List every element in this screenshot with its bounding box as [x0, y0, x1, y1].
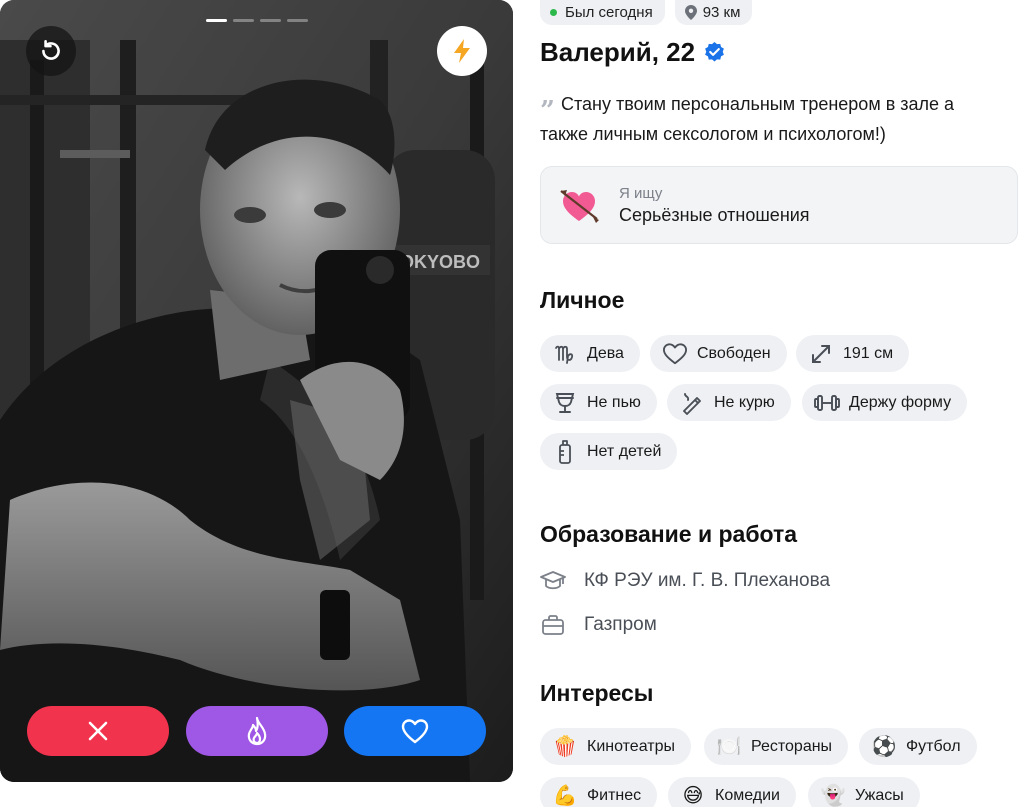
chip-height: 191 см [796, 335, 910, 372]
profile-name: Валерий, 22 [540, 37, 696, 67]
chip-drinking: Не пью [540, 384, 657, 421]
chip-label: Фитнес [587, 786, 642, 804]
virgo-icon [552, 341, 578, 367]
looking-for-card: Я ищу Серьёзные отношения [540, 166, 1018, 244]
photo-progress-indicator [206, 19, 308, 22]
undo-button[interactable] [26, 26, 76, 76]
photo-progress-segment [260, 19, 281, 22]
profile-photo-card[interactable]: OKYOBO [0, 0, 513, 782]
looking-for-label: Я ищу [619, 184, 663, 202]
chip-smoking: Не курю [667, 384, 791, 421]
heart-outline-icon [662, 341, 688, 367]
interest-chip-cinema: 🍿 Кинотеатры [540, 728, 691, 765]
heart-icon [401, 719, 429, 744]
photo-progress-segment [287, 19, 308, 22]
looking-for-value: Серьёзные отношения [619, 204, 810, 225]
university-text: КФ РЭУ им. Г. В. Плеханова [584, 570, 831, 591]
chip-children: Нет детей [540, 433, 678, 470]
close-icon [88, 721, 108, 741]
interest-chip-fitness: 💪 Фитнес [540, 777, 658, 807]
expand-arrows-icon [808, 341, 834, 367]
interest-chip-football: ⚽ Футбол [859, 728, 977, 765]
name-row: Валерий, 22 [540, 37, 726, 68]
popcorn-icon: 🍿 [552, 735, 578, 758]
chip-label: Дева [587, 344, 624, 362]
chip-label: Комедии [715, 786, 780, 804]
interest-chip-restaurants: 🍽️ Рестораны [704, 728, 849, 765]
chip-label: Рестораны [751, 737, 833, 755]
superlike-button[interactable] [186, 706, 328, 756]
chip-label: Не курю [714, 393, 775, 411]
ghost-icon: 👻 [820, 784, 846, 807]
location-pin-icon [684, 5, 697, 20]
distance-badge: 93 км [674, 0, 753, 25]
education-university-row: КФ РЭУ им. Г. В. Плеханова [540, 570, 830, 592]
education-section-title: Образование и работа [540, 521, 798, 547]
lightning-icon [454, 39, 470, 63]
interest-chip-comedy: 😅 Комедии [668, 777, 796, 807]
chip-label: Держу форму [849, 393, 952, 411]
chip-label: Свободен [697, 344, 771, 362]
chip-label: Футбол [906, 737, 961, 755]
chip-zodiac: Дева [540, 335, 640, 372]
chip-label: Ужасы [855, 786, 904, 804]
cigarette-icon [679, 390, 705, 416]
undo-icon [42, 39, 60, 60]
bio: ” Стану твоим персональным тренером в зал… [540, 90, 990, 148]
work-text: Газпром [584, 614, 657, 635]
interests-section-title: Интересы [540, 680, 654, 706]
verified-badge-icon [705, 41, 724, 62]
interest-chip-horror: 👻 Ужасы [808, 777, 920, 807]
education-work-row: Газпром [540, 614, 657, 636]
quote-icon: ” [540, 96, 555, 126]
grinning-sweat-icon: 😅 [682, 784, 704, 807]
punching-bag-text: OKYOBO [400, 252, 480, 272]
heart-arrow-icon [560, 190, 599, 223]
status-row: Был сегодня 93 км [540, 0, 753, 25]
chip-label: 191 см [843, 344, 894, 362]
chip-relationship: Свободен [650, 335, 787, 372]
chip-fitness: Держу форму [802, 384, 968, 421]
like-button[interactable] [344, 706, 486, 756]
bio-text: Стану твоим персональным тренером в зале… [540, 94, 955, 144]
distance-text: 93 км [702, 4, 741, 21]
online-status-badge: Был сегодня [540, 0, 665, 25]
boost-button[interactable] [437, 26, 487, 76]
briefcase-icon [540, 614, 566, 636]
photo-progress-segment [206, 19, 227, 22]
photo-progress-segment [233, 19, 254, 22]
plate-cutlery-icon: 🍽️ [716, 735, 742, 758]
online-dot-icon [550, 9, 557, 16]
wine-glass-icon [552, 390, 578, 416]
profile-photo: OKYOBO [0, 0, 513, 782]
baby-bottle-icon [552, 439, 578, 465]
personal-section-title: Личное [540, 287, 625, 313]
chip-label: Нет детей [587, 442, 662, 460]
soccer-ball-icon: ⚽ [871, 735, 897, 758]
graduation-cap-icon [540, 570, 566, 592]
dumbbell-icon [814, 390, 840, 416]
chip-label: Не пью [587, 393, 641, 411]
flame-icon [247, 716, 267, 746]
dislike-button[interactable] [27, 706, 169, 756]
online-status-text: Был сегодня [565, 4, 653, 21]
flexed-biceps-icon: 💪 [552, 784, 578, 807]
chip-label: Кинотеатры [587, 737, 675, 755]
